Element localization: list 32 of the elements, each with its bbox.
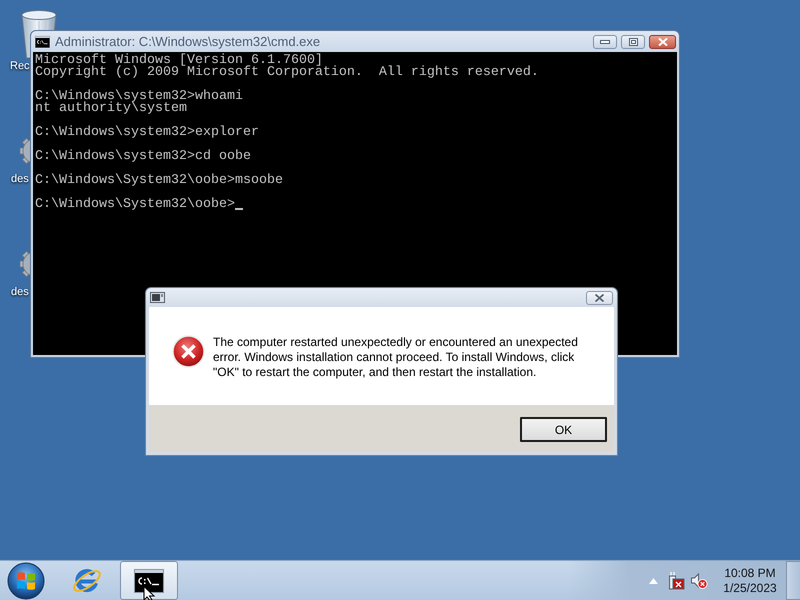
console-line: C:\Windows\system32>explorer bbox=[35, 127, 259, 139]
desktop-icon-label: des bbox=[11, 173, 29, 186]
ok-button[interactable]: OK bbox=[520, 417, 607, 442]
console-line: C:\Windows\system32>whoami bbox=[35, 91, 243, 103]
window-title: Administrator: C:\Windows\system32\cmd.exe bbox=[55, 34, 320, 49]
mouse-pointer-icon bbox=[143, 586, 155, 600]
close-icon bbox=[658, 38, 668, 46]
close-button[interactable] bbox=[586, 290, 613, 304]
desktop-icon-label: Rec bbox=[10, 60, 30, 73]
clock-date: 1/25/2023 bbox=[723, 580, 777, 596]
taskbar-button[interactable] bbox=[120, 561, 178, 600]
desktop-icon-label: des bbox=[11, 286, 29, 299]
error-icon bbox=[172, 335, 205, 368]
minimize-icon bbox=[600, 40, 610, 44]
console-icon bbox=[134, 568, 164, 592]
console-icon bbox=[35, 36, 50, 48]
minimize-button[interactable] bbox=[593, 34, 617, 48]
network-icon[interactable] bbox=[668, 571, 686, 590]
close-button[interactable] bbox=[649, 34, 676, 48]
console-line: nt authority\system bbox=[35, 103, 187, 115]
console-line: C:\Windows\System32\oobe>msoobe bbox=[35, 175, 283, 187]
start-button[interactable] bbox=[6, 562, 46, 600]
error-message: The computer restarted unexpectedly or encountered an unexpected error. Windows installation cannot proceed. To install Windows, click "OK" to restart the computer, and then restart the installation. bbox=[213, 335, 579, 380]
speaker-icon[interactable] bbox=[690, 571, 708, 590]
app-icon bbox=[150, 292, 165, 303]
console-line: C:\Windows\system32>cd oobe bbox=[35, 151, 251, 163]
console-line: C:\Windows\System32\oobe> bbox=[35, 199, 235, 211]
clock-time: 10:08 PM bbox=[724, 566, 776, 580]
maximize-button[interactable] bbox=[621, 34, 645, 48]
maximize-icon bbox=[628, 38, 638, 46]
console-line: Copyright (c) 2009 Microsoft Corporation. All rights reserved. bbox=[35, 67, 539, 79]
close-icon bbox=[594, 294, 605, 302]
